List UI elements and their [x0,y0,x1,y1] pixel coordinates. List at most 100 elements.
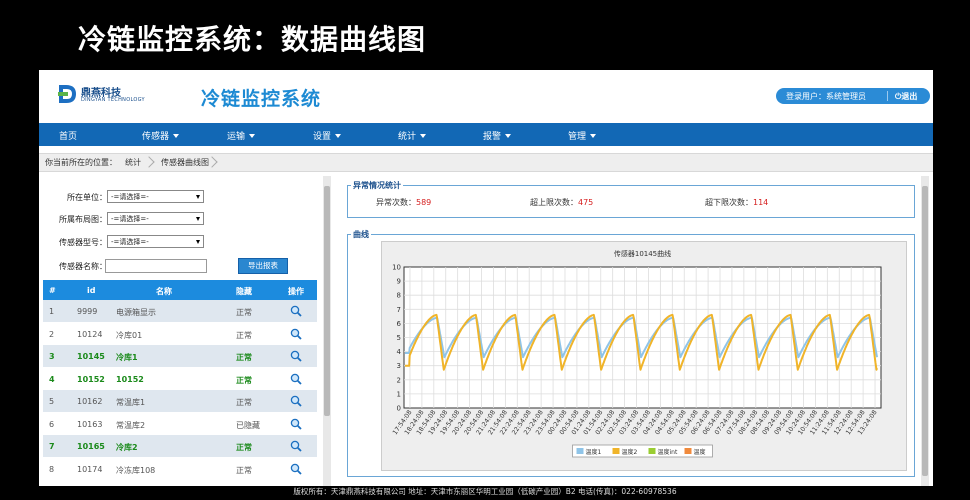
scrollbar-thumb[interactable] [324,186,330,416]
nav-label: 传感器 [142,132,170,142]
magnifier-view-icon[interactable] [290,418,302,430]
lower-limit-count: 超下限次数：114 [705,197,768,208]
export-report-button[interactable]: 导出报表 [238,258,288,274]
filter-layout-label: 所属布局图： [59,215,107,224]
sensor-name-input[interactable] [105,259,207,273]
cell-id: 10162 [77,397,103,406]
nav-item-sensor[interactable]: 传感器 [142,129,180,142]
table-row[interactable]: 8 10174 冷冻库108 正常 [43,458,317,480]
table-row[interactable]: 1 9999 电源箱显示 正常 [43,300,317,322]
nav-item-statistics[interactable]: 统计 [398,129,427,142]
nav-label: 首页 [59,132,78,142]
cell-id: 10174 [77,464,103,474]
cell-id: 10165 [77,442,105,451]
nav-item-home[interactable]: 首页 [59,129,77,142]
magnifier-view-icon[interactable] [290,440,302,452]
scrollbar-thumb[interactable] [922,186,928,476]
y-tick-label: 6 [397,320,402,328]
breadcrumb: 你当前所在的位置： 统计 传感器曲线图 [39,153,933,172]
anomaly-stats-legend: 异常情况统计 [353,181,401,190]
cell-status: 正常 [236,375,252,385]
logout-button[interactable]: ⏻退出 [895,91,917,102]
nav-label: 运输 [227,132,246,142]
divider [887,91,888,101]
cell-status: 正常 [236,398,252,407]
cell-no: 7 [49,442,55,451]
caret-down-icon [173,134,180,138]
y-tick-label: 7 [397,306,401,314]
curve-legend: 曲线 [353,230,369,239]
cell-status: 正常 [236,443,252,452]
company-logo[interactable]: 鼎燕科技 DINGYAN TECHNOLOGY [57,82,167,108]
app-header: 鼎燕科技 DINGYAN TECHNOLOGY 冷链监控系统 登录用户：系统管理… [39,70,933,122]
nav-label: 管理 [568,132,587,142]
breadcrumb-level1[interactable]: 统计 [125,157,141,168]
magnifier-view-icon[interactable] [290,373,302,385]
table-row[interactable]: 2 10124 冷库01 正常 [43,323,317,345]
logo-mark-icon [58,85,76,103]
y-tick-label: 8 [397,292,401,300]
caret-down-icon [590,134,597,138]
legend-label: 温度1 [586,448,602,456]
cell-no: 2 [49,329,55,339]
cell-name: 常温库2 [116,420,146,430]
y-tick-label: 1 [397,390,401,398]
table-row[interactable]: 5 10162 常温库1 正常 [43,390,317,412]
magnifier-view-icon[interactable] [290,350,302,362]
nav-label: 统计 [398,132,417,142]
filter-name-label: 传感器名称： [59,262,107,271]
system-title: 冷链监控系统 [201,88,322,110]
legend-label: 温度 [694,448,706,456]
nav-label: 报警 [483,132,502,142]
logged-in-user: 登录用户：系统管理员 [786,92,866,101]
dropdown-arrow-icon [196,240,200,244]
cell-no: 4 [49,374,55,384]
layout-select[interactable]: -=请选择=- [107,212,204,225]
column-header: 名称 [156,287,172,296]
cell-status: 正常 [236,353,252,362]
magnifier-view-icon[interactable] [290,463,302,475]
magnifier-view-icon[interactable] [290,305,302,317]
breadcrumb-level2: 传感器曲线图 [161,158,209,167]
stat-value: 475 [578,198,594,207]
banner-title: 冷链监控系统：数据曲线图 [78,23,427,56]
cell-id: 10124 [77,329,103,339]
magnifier-view-icon[interactable] [290,395,302,407]
column-header: # [49,286,56,295]
chart-area: 传感器10145曲线 0 1 2 3 4 5 6 7 8 9 10 17:54:08 18:24:08 18… [381,241,907,471]
y-tick-label: 10 [392,264,401,272]
filter-name-row: 传感器名称： [39,259,239,273]
table-row[interactable]: 4 10152 10152 正常 [43,368,317,390]
unit-select[interactable]: -=请选择=- [107,190,204,203]
nav-item-manage[interactable]: 管理 [568,129,597,142]
logout-label: 退出 [901,92,918,101]
select-value: -=请选择=- [111,193,149,201]
table-row[interactable]: 6 10163 常温库2 已隐藏 [43,413,317,435]
filter-model-row: 传感器型号： -=请选择=- [39,235,239,249]
y-tick-label: 9 [397,278,401,286]
magnifier-view-icon[interactable] [290,328,302,340]
table-header: # id 名称 隐藏 操作 [43,280,317,300]
nav-item-alarm[interactable]: 报警 [483,129,512,142]
legend-swatch [684,448,692,454]
nav-item-settings[interactable]: 设置 [313,129,342,142]
table-row[interactable]: 3 10145 冷库1 正常 [43,345,317,367]
table-row[interactable]: 7 10165 冷库2 正常 [43,435,317,457]
left-scrollbar[interactable] [323,176,331,486]
cell-name: 常温库1 [116,398,146,407]
left-panel: 所在单位： -=请选择=- 所属布局图： -=请选择=- 传感器型号： -=请选… [39,176,335,486]
nav-item-transport[interactable]: 运输 [227,129,256,142]
cell-status: 正常 [236,465,252,475]
caret-down-icon [420,134,427,138]
cell-name: 电源箱显示 [116,308,156,317]
cell-name: 冷冻库108 [116,465,156,475]
upper-limit-count: 超上限次数：475 [530,197,593,208]
stat-value: 589 [416,198,432,207]
right-scrollbar[interactable] [921,176,929,486]
column-header: 操作 [288,287,304,296]
cell-id: 10145 [77,352,105,361]
stat-label: 超下限次数： [705,198,753,207]
chevron-right-icon [143,156,155,168]
line-chart: 传感器10145曲线01234567891017:54:0818:24:0818… [392,249,882,458]
model-select[interactable]: -=请选择=- [107,235,204,248]
